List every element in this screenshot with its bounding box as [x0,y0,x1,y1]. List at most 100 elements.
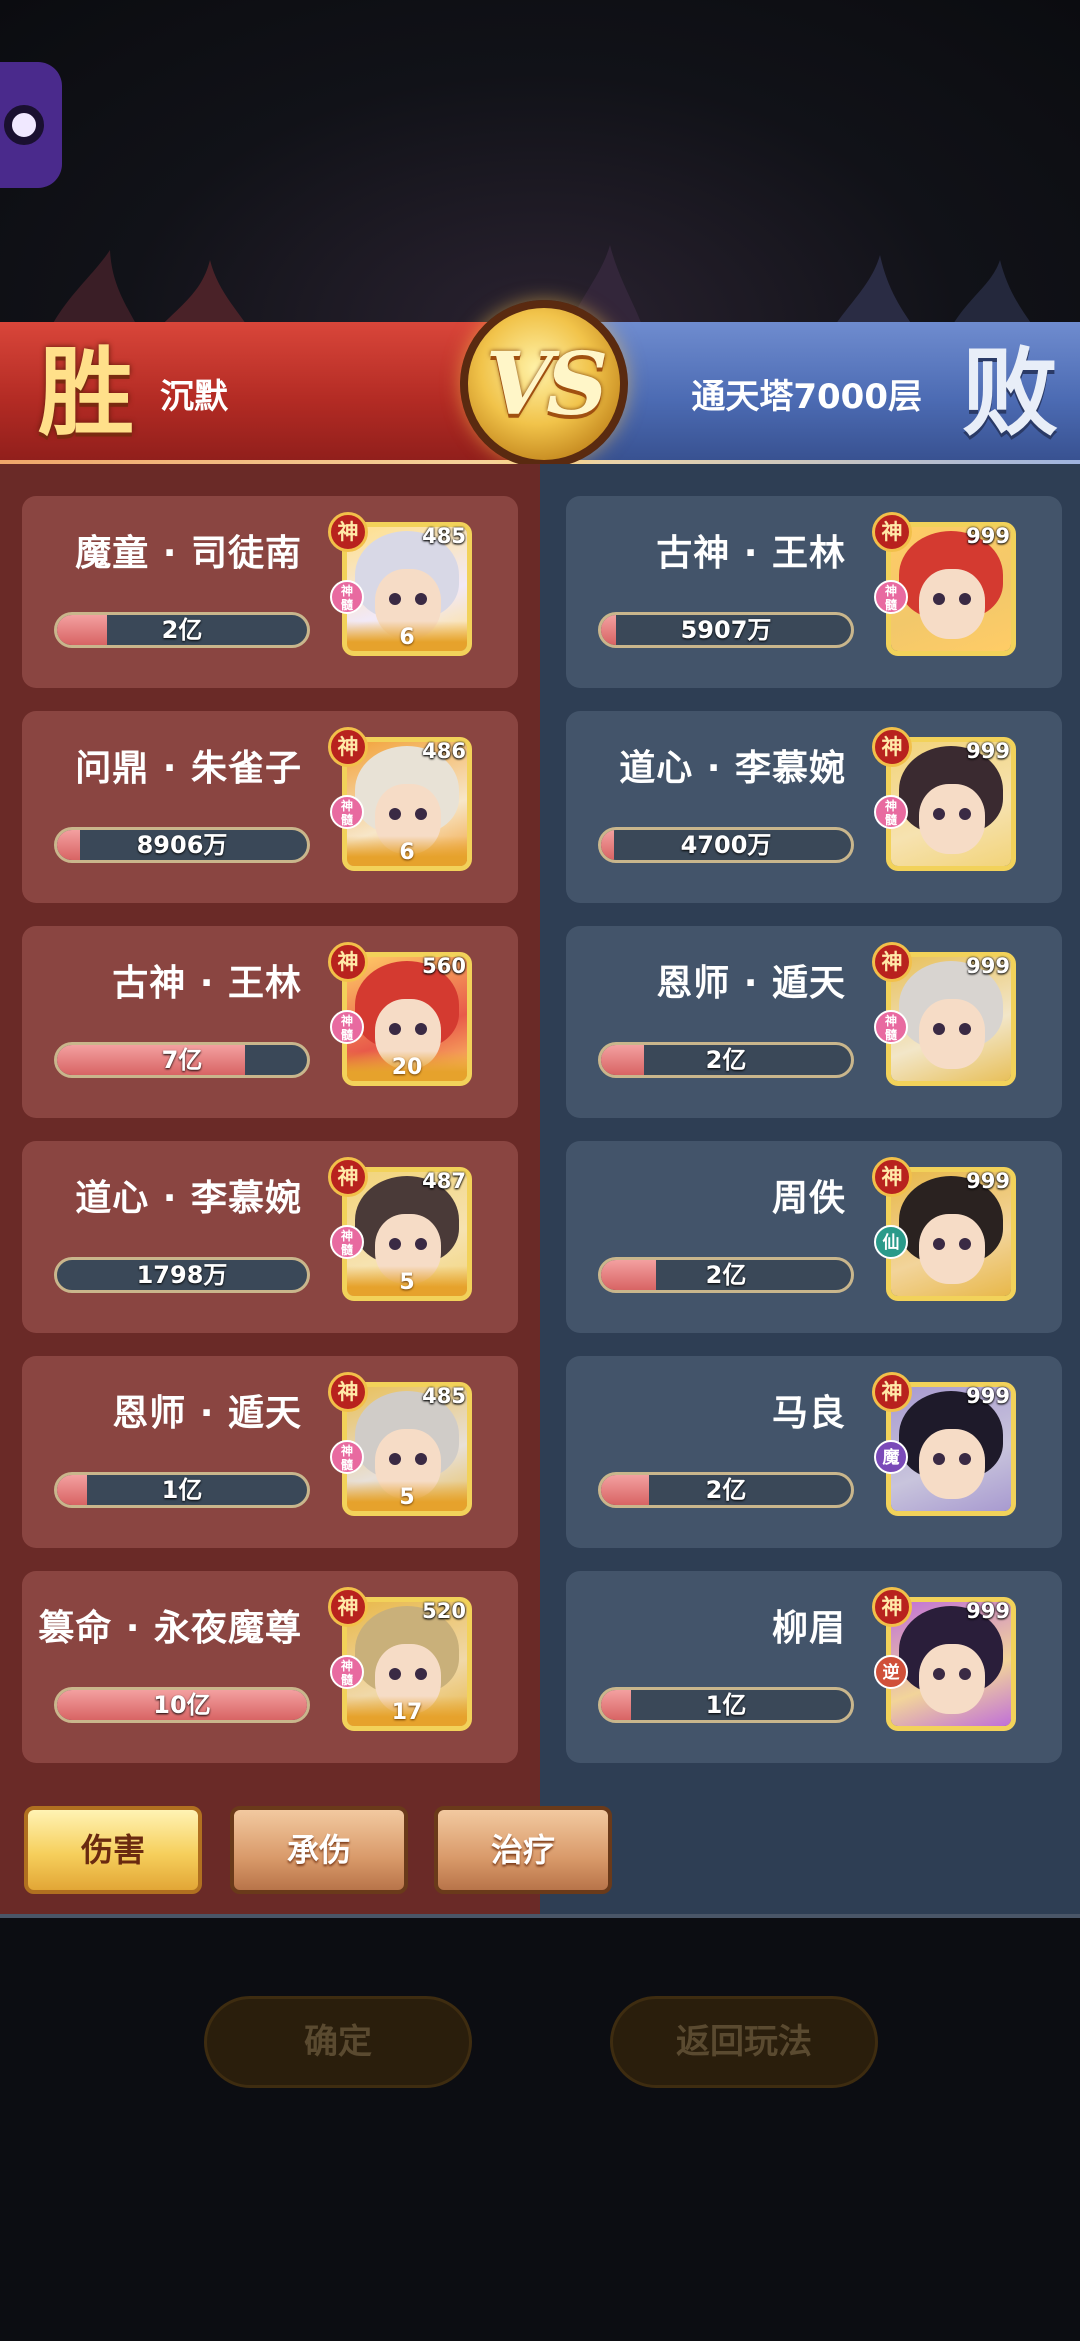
left-hero-card[interactable]: 道心 · 李慕婉 1798万 5 487 神神 髓 [22,1141,518,1333]
portrait-eye [389,808,401,820]
damage-value: 1亿 [705,1691,747,1719]
god-rank-badge: 神 [328,1587,368,1627]
right-hero-card[interactable]: 马良 2亿 999 神魔 [566,1356,1062,1548]
hero-name: 周佚 [771,1178,846,1219]
portrait-eye [959,808,971,820]
hero-level: 485 [422,524,466,548]
faction-badge: 神 髓 [874,795,908,829]
god-rank-badge: 神 [872,942,912,982]
left-hero-card[interactable]: 问鼎 · 朱雀子 8906万 6 486 神神 髓 [22,711,518,903]
portrait-face [919,1429,985,1499]
faction-badge: 神 髓 [330,1010,364,1044]
portrait-face [919,784,985,854]
damage-value: 8906万 [136,831,228,859]
right-player-name: 通天塔7000层 [691,377,922,417]
faction-badge: 神 髓 [330,795,364,829]
damage-value: 7亿 [161,1046,203,1074]
hero-level: 485 [422,1384,466,1408]
hero-name: 魔童 · 司徒南 [75,533,302,574]
corner-menu-button[interactable] [0,62,62,188]
portrait-eye [415,1453,427,1465]
damage-value: 4700万 [680,831,772,859]
hero-level: 999 [966,1384,1010,1408]
damage-bar: 2亿 [598,1257,854,1293]
portrait-eye [415,1023,427,1035]
lose-label: 败 [962,336,1058,449]
damage-bar: 5907万 [598,612,854,648]
hero-level: 999 [966,739,1010,763]
left-hero-card[interactable]: 篡命 · 永夜魔尊 10亿 17 520 神神 髓 [22,1571,518,1763]
hero-name: 道心 · 李慕婉 [75,1178,302,1219]
right-hero-card[interactable]: 道心 · 李慕婉 4700万 999 神神 髓 [566,711,1062,903]
portrait-eye [415,593,427,605]
damage-bar: 2亿 [54,612,310,648]
portrait-eye [415,1668,427,1680]
hero-name: 篡命 · 永夜魔尊 [38,1608,302,1649]
hero-name: 问鼎 · 朱雀子 [75,748,302,789]
right-hero-card[interactable]: 古神 · 王林 5907万 999 神神 髓 [566,496,1062,688]
faction-badge: 仙 [874,1225,908,1259]
confirm-button[interactable]: 确定 [204,1996,472,2088]
tab-damage-taken[interactable]: 承伤 [230,1806,408,1894]
hero-name: 恩师 · 遁天 [112,1393,302,1434]
tab-healing[interactable]: 治疗 [434,1806,612,1894]
portrait-eye [389,1668,401,1680]
damage-bar: 2亿 [598,1042,854,1078]
damage-value: 5907万 [680,616,772,644]
damage-bar: 1798万 [54,1257,310,1293]
portrait-eye [959,1453,971,1465]
damage-bar: 2亿 [598,1472,854,1508]
damage-value: 1亿 [161,1476,203,1504]
portrait-eye [389,1238,401,1250]
hero-name: 柳眉 [771,1608,846,1649]
vs-emblem: VS [460,300,628,468]
god-rank-badge: 神 [328,942,368,982]
faction-badge: 逆 [874,1655,908,1689]
star-count: 6 [347,621,467,651]
hero-level: 999 [966,1599,1010,1623]
portrait-eye [933,1238,945,1250]
left-player-name: 沉默 [160,377,228,417]
hero-level: 999 [966,1169,1010,1193]
faction-badge: 神 髓 [330,1225,364,1259]
portrait-eye [959,1023,971,1035]
portrait-eye [933,593,945,605]
left-hero-card[interactable]: 魔童 · 司徒南 2亿 6 485 神神 髓 [22,496,518,688]
left-hero-card[interactable]: 恩师 · 遁天 1亿 5 485 神神 髓 [22,1356,518,1548]
hero-name: 古神 · 王林 [112,963,302,1004]
right-hero-card[interactable]: 柳眉 1亿 999 神逆 [566,1571,1062,1763]
hero-name: 道心 · 李慕婉 [619,748,846,789]
hero-name: 恩师 · 遁天 [656,963,846,1004]
hero-name: 马良 [771,1393,846,1434]
damage-bar: 7亿 [54,1042,310,1078]
god-rank-badge: 神 [328,1372,368,1412]
god-rank-badge: 神 [872,1157,912,1197]
portrait-face [919,1214,985,1284]
left-hero-card[interactable]: 古神 · 王林 7亿 20 560 神神 髓 [22,926,518,1118]
faction-badge: 神 髓 [330,1440,364,1474]
right-hero-card[interactable]: 周佚 2亿 999 神仙 [566,1141,1062,1333]
star-count: 20 [347,1051,467,1081]
god-rank-badge: 神 [872,512,912,552]
hero-level: 999 [966,954,1010,978]
damage-bar: 1亿 [54,1472,310,1508]
damage-value: 10亿 [153,1691,211,1719]
portrait-face [919,999,985,1069]
damage-value: 1798万 [136,1261,228,1289]
hero-name: 古神 · 王林 [656,533,846,574]
right-hero-card[interactable]: 恩师 · 遁天 2亿 999 神神 髓 [566,926,1062,1118]
tab-damage[interactable]: 伤害 [24,1806,202,1894]
god-rank-badge: 神 [872,1372,912,1412]
faction-badge: 魔 [874,1440,908,1474]
hero-level: 487 [422,1169,466,1193]
faction-badge: 神 髓 [330,580,364,614]
damage-bar: 10亿 [54,1687,310,1723]
hero-level: 520 [422,1599,466,1623]
portrait-eye [933,1668,945,1680]
record-icon [4,105,44,145]
back-to-mode-button[interactable]: 返回玩法 [610,1996,878,2088]
damage-value: 2亿 [705,1261,747,1289]
god-rank-badge: 神 [328,512,368,552]
star-count: 6 [347,836,467,866]
hero-level: 486 [422,739,466,763]
